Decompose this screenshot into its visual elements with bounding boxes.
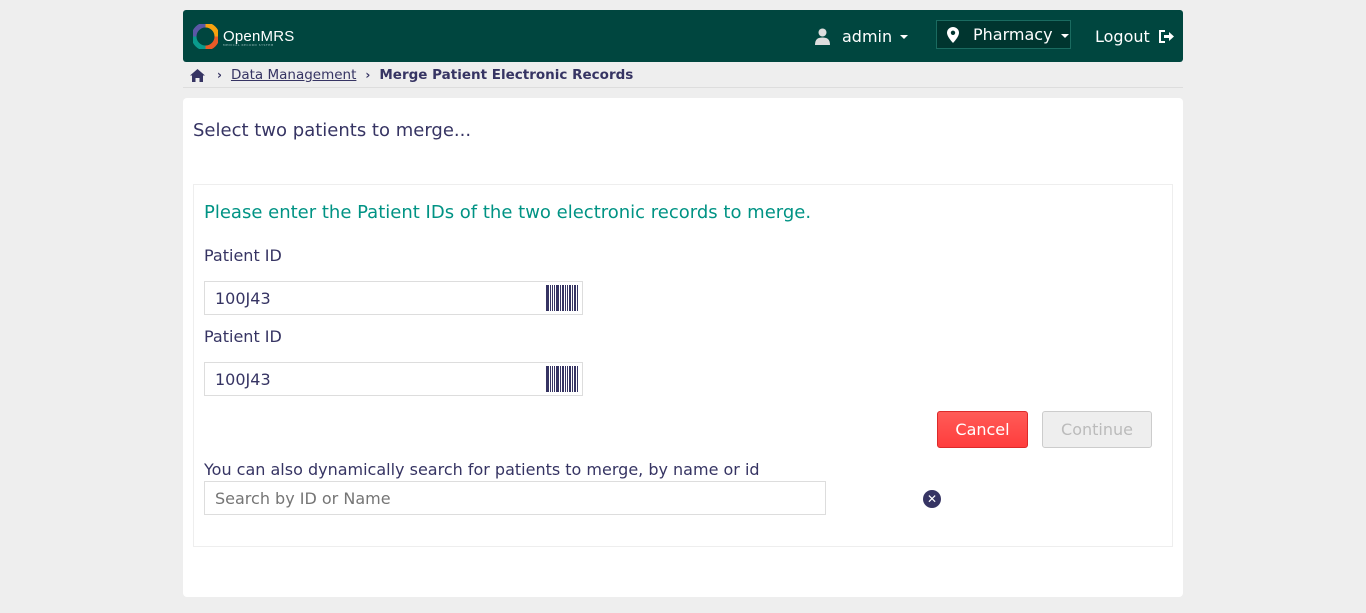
home-icon[interactable] bbox=[190, 68, 205, 82]
logout-label: Logout bbox=[1095, 26, 1150, 46]
patient-id-label-2: Patient ID bbox=[204, 327, 282, 346]
sign-out-icon bbox=[1158, 29, 1174, 43]
cancel-button[interactable]: Cancel bbox=[937, 411, 1028, 448]
patient-id-input-1[interactable]: 100J43 bbox=[204, 281, 583, 315]
patient-id-value-2: 100J43 bbox=[215, 369, 271, 389]
location-menu[interactable]: Pharmacy bbox=[936, 20, 1071, 49]
chevron-down-icon bbox=[1060, 33, 1069, 38]
openmrs-logo-icon bbox=[191, 22, 220, 50]
user-menu[interactable]: admin bbox=[815, 10, 909, 62]
breadcrumb-data-management[interactable]: Data Management bbox=[231, 67, 356, 83]
logo-text: OpenMRS bbox=[223, 27, 295, 45]
patient-id-input-2[interactable]: 100J43 bbox=[204, 362, 583, 396]
username: admin bbox=[842, 26, 893, 46]
barcode-icon[interactable] bbox=[546, 285, 578, 311]
patient-search-input[interactable] bbox=[204, 481, 826, 515]
chevron-right-icon: › bbox=[217, 68, 222, 82]
location-name: Pharmacy bbox=[973, 25, 1053, 44]
user-icon bbox=[815, 28, 830, 45]
main-content: Select two patients to merge... Please e… bbox=[183, 98, 1183, 597]
chevron-down-icon bbox=[900, 35, 909, 39]
instruction-text: Please enter the Patient IDs of the two … bbox=[204, 202, 812, 223]
breadcrumb-current: Merge Patient Electronic Records bbox=[379, 67, 634, 83]
continue-button[interactable]: Continue bbox=[1042, 411, 1152, 448]
page-title: Select two patients to merge... bbox=[193, 120, 472, 141]
logo-subtext: MEDICAL RECORD SYSTEM bbox=[223, 43, 274, 47]
logout-button[interactable]: Logout bbox=[1095, 10, 1175, 62]
breadcrumb: › Data Management › Merge Patient Electr… bbox=[183, 63, 1183, 88]
map-marker-icon bbox=[947, 26, 959, 43]
patient-id-label-1: Patient ID bbox=[204, 246, 282, 265]
patient-id-value-1: 100J43 bbox=[215, 288, 271, 308]
chevron-right-icon: › bbox=[365, 68, 371, 82]
merge-form: Please enter the Patient IDs of the two … bbox=[193, 184, 1173, 547]
search-label: You can also dynamically search for pati… bbox=[204, 460, 760, 479]
app-header: OpenMRS MEDICAL RECORD SYSTEM admin Phar… bbox=[183, 10, 1183, 62]
openmrs-logo[interactable]: OpenMRS MEDICAL RECORD SYSTEM bbox=[191, 20, 295, 52]
barcode-icon[interactable] bbox=[546, 366, 578, 392]
clear-search-icon[interactable]: ✕ bbox=[923, 490, 941, 508]
